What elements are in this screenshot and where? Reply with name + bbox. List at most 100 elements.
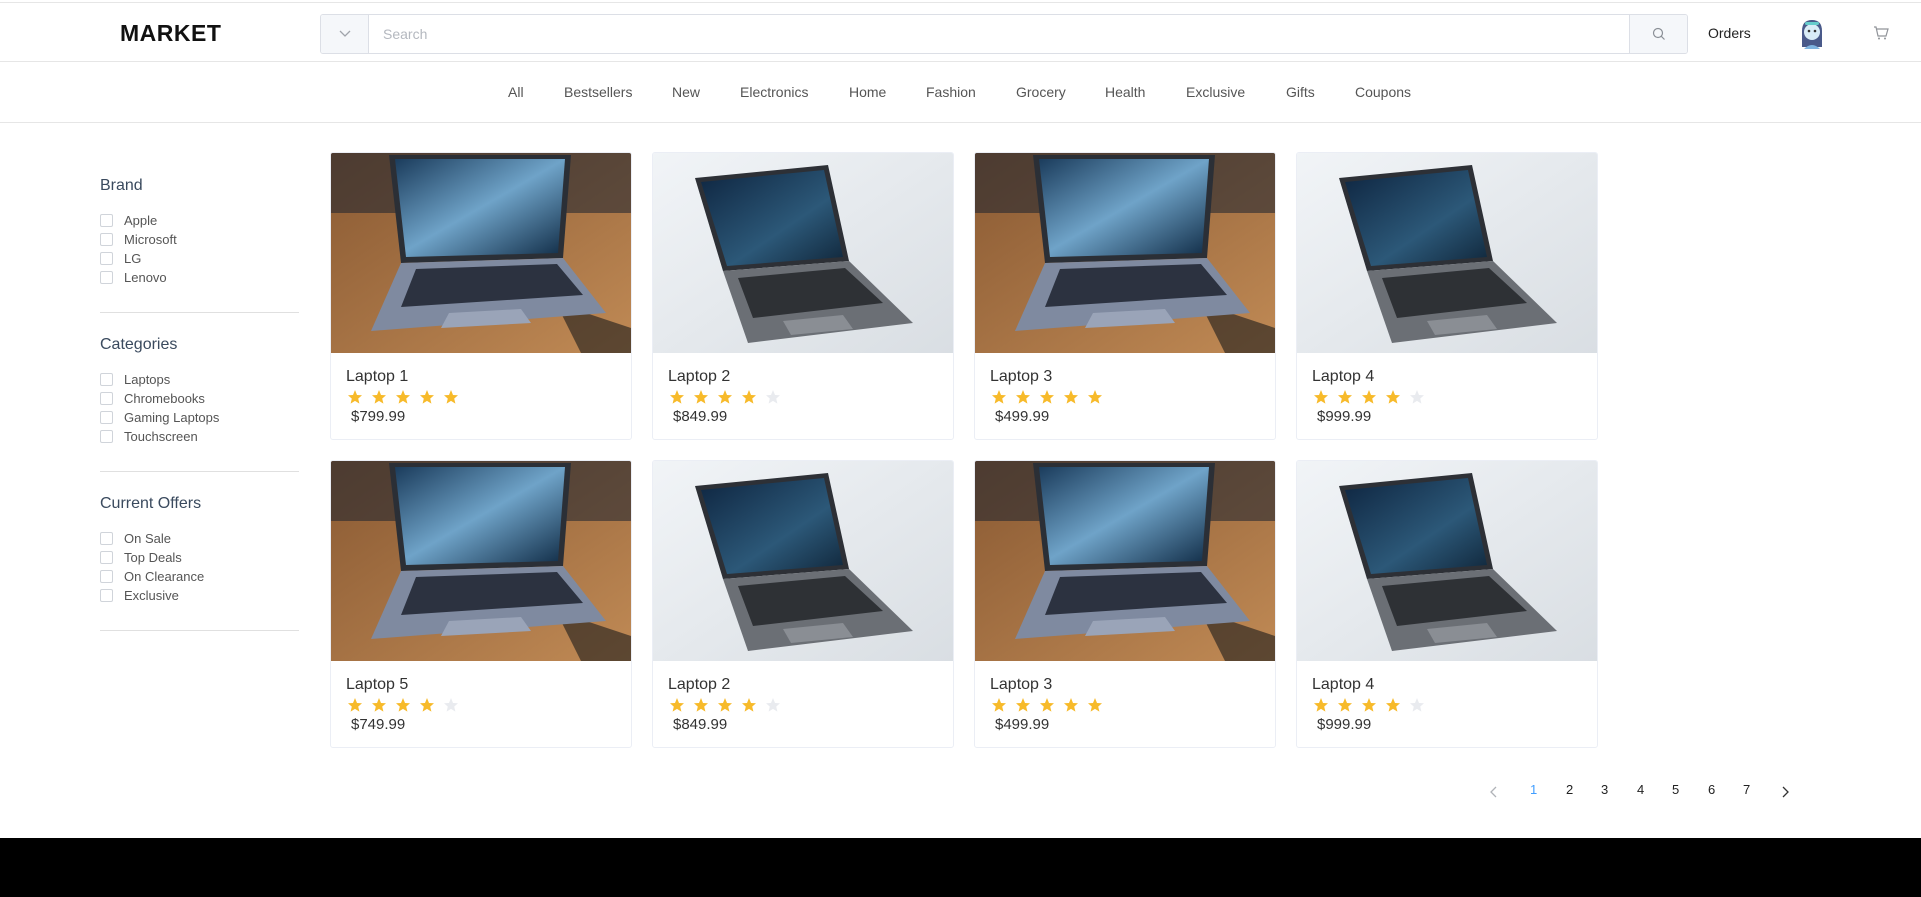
- product-card[interactable]: Laptop 1 $799.99: [330, 152, 632, 440]
- filter-option[interactable]: Exclusive: [100, 588, 179, 603]
- checkbox[interactable]: [100, 271, 113, 284]
- page-button-1[interactable]: 1: [1530, 782, 1537, 797]
- product-name[interactable]: Laptop 3: [990, 368, 1052, 386]
- search-bar: [320, 14, 1688, 54]
- product-name[interactable]: Laptop 5: [346, 676, 408, 694]
- checkbox[interactable]: [100, 411, 113, 424]
- page-button-5[interactable]: 5: [1672, 782, 1679, 797]
- star-rating[interactable]: [1313, 697, 1433, 713]
- filter-title-offers: Current Offers: [100, 495, 202, 512]
- product-image[interactable]: [1297, 153, 1597, 353]
- product-card[interactable]: Laptop 3 $499.99: [974, 152, 1276, 440]
- nav-item-home[interactable]: Home: [849, 84, 886, 100]
- star-icon: [372, 698, 386, 712]
- checkbox[interactable]: [100, 589, 113, 602]
- star-icon: [766, 698, 780, 712]
- filter-option-label: On Clearance: [124, 569, 205, 584]
- checkbox[interactable]: [100, 373, 113, 386]
- checkbox[interactable]: [100, 214, 113, 227]
- star-icon: [992, 390, 1006, 404]
- page: MARKET Orders All Bestsellers: [0, 0, 1921, 897]
- product-image[interactable]: [975, 461, 1275, 661]
- search-button[interactable]: [1629, 15, 1687, 53]
- product-name[interactable]: Laptop 2: [668, 676, 730, 694]
- checkbox[interactable]: [100, 430, 113, 443]
- checkbox[interactable]: [100, 392, 113, 405]
- filter-option-label: Top Deals: [124, 550, 182, 565]
- filter-option[interactable]: Gaming Laptops: [100, 410, 219, 425]
- filter-option-label: On Sale: [124, 531, 171, 546]
- product-name[interactable]: Laptop 4: [1312, 676, 1374, 694]
- page-button-6[interactable]: 6: [1708, 782, 1715, 797]
- star-icon: [348, 698, 362, 712]
- product-image[interactable]: [653, 461, 953, 661]
- chevron-left-icon[interactable]: [1490, 786, 1498, 798]
- product-image[interactable]: [653, 153, 953, 353]
- product-card[interactable]: Laptop 4 $999.99: [1296, 460, 1598, 748]
- search-input[interactable]: [369, 15, 1629, 53]
- nav-item-exclusive[interactable]: Exclusive: [1186, 84, 1245, 100]
- nav-item-grocery[interactable]: Grocery: [1016, 84, 1066, 100]
- page-button-7[interactable]: 7: [1743, 782, 1750, 797]
- filter-option[interactable]: LG: [100, 251, 141, 266]
- nav-item-health[interactable]: Health: [1105, 84, 1145, 100]
- cart-button[interactable]: [1873, 25, 1889, 46]
- star-icon: [670, 698, 684, 712]
- star-rating[interactable]: [669, 697, 789, 713]
- product-name[interactable]: Laptop 1: [346, 368, 408, 386]
- star-icon: [1338, 698, 1352, 712]
- product-image[interactable]: [975, 153, 1275, 353]
- checkbox[interactable]: [100, 570, 113, 583]
- checkbox[interactable]: [100, 551, 113, 564]
- product-image[interactable]: [331, 153, 631, 353]
- star-icon: [396, 390, 410, 404]
- product-card[interactable]: Laptop 3 $499.99: [974, 460, 1276, 748]
- product-image[interactable]: [331, 461, 631, 661]
- page-button-3[interactable]: 3: [1601, 782, 1608, 797]
- star-icon: [1040, 698, 1054, 712]
- star-rating[interactable]: [1313, 389, 1433, 405]
- logo[interactable]: MARKET: [120, 20, 221, 47]
- product-card[interactable]: Laptop 4 $999.99: [1296, 152, 1598, 440]
- product-price: $849.99: [673, 716, 728, 733]
- star-rating[interactable]: [347, 697, 467, 713]
- avatar[interactable]: [1796, 17, 1828, 51]
- filter-option[interactable]: On Clearance: [100, 569, 204, 584]
- product-card[interactable]: Laptop 2 $849.99: [652, 152, 954, 440]
- star-rating[interactable]: [991, 389, 1111, 405]
- page-button-4[interactable]: 4: [1637, 782, 1644, 797]
- filter-option[interactable]: On Sale: [100, 531, 171, 546]
- nav-item-new[interactable]: New: [672, 84, 700, 100]
- star-rating[interactable]: [347, 389, 467, 405]
- filter-option[interactable]: Top Deals: [100, 550, 182, 565]
- orders-link[interactable]: Orders: [1708, 25, 1751, 41]
- chevron-right-icon[interactable]: [1781, 786, 1789, 798]
- product-card[interactable]: Laptop 5 $749.99: [330, 460, 632, 748]
- checkbox[interactable]: [100, 252, 113, 265]
- product-card[interactable]: Laptop 2 $849.99: [652, 460, 954, 748]
- product-name[interactable]: Laptop 2: [668, 368, 730, 386]
- nav-item-all[interactable]: All: [508, 84, 524, 100]
- filter-option[interactable]: Laptops: [100, 372, 170, 387]
- filter-option[interactable]: Touchscreen: [100, 429, 198, 444]
- filter-option[interactable]: Apple: [100, 213, 157, 228]
- page-button-2[interactable]: 2: [1566, 782, 1573, 797]
- star-icon: [1314, 390, 1328, 404]
- filter-option[interactable]: Lenovo: [100, 270, 167, 285]
- checkbox[interactable]: [100, 532, 113, 545]
- filter-option[interactable]: Microsoft: [100, 232, 177, 247]
- nav-item-coupons[interactable]: Coupons: [1355, 84, 1411, 100]
- nav-item-fashion[interactable]: Fashion: [926, 84, 976, 100]
- product-name[interactable]: Laptop 4: [1312, 368, 1374, 386]
- star-rating[interactable]: [991, 697, 1111, 713]
- nav-item-electronics[interactable]: Electronics: [740, 84, 808, 100]
- star-rating[interactable]: [669, 389, 789, 405]
- product-name[interactable]: Laptop 3: [990, 676, 1052, 694]
- nav-item-gifts[interactable]: Gifts: [1286, 84, 1315, 100]
- filter-option[interactable]: Chromebooks: [100, 391, 205, 406]
- filter-option-label: Lenovo: [124, 270, 167, 285]
- nav-item-bestsellers[interactable]: Bestsellers: [564, 84, 632, 100]
- search-category-dropdown[interactable]: [321, 15, 369, 53]
- product-image[interactable]: [1297, 461, 1597, 661]
- checkbox[interactable]: [100, 233, 113, 246]
